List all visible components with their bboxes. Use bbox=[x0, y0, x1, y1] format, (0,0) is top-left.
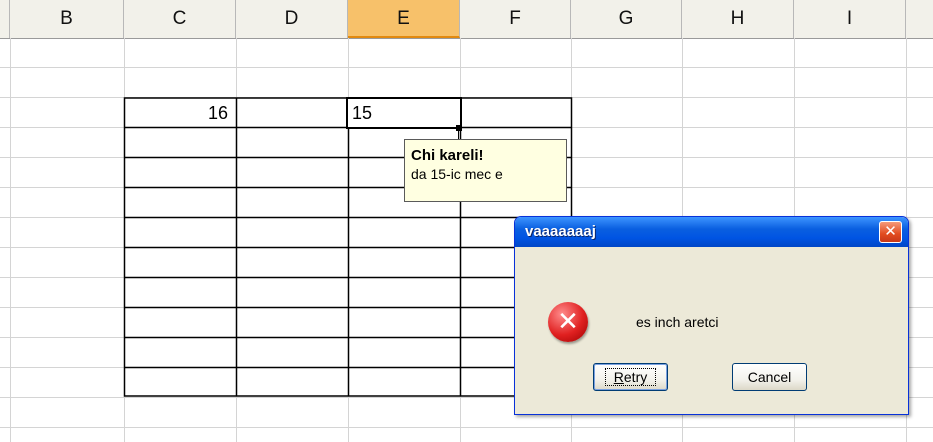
column-header-d[interactable]: D bbox=[236, 0, 348, 38]
fill-handle[interactable] bbox=[456, 125, 462, 131]
cancel-button[interactable]: Cancel bbox=[732, 363, 807, 391]
dialog-body: ✕ es inch aretci Retry Cancel bbox=[518, 247, 905, 411]
retry-button[interactable]: Retry bbox=[593, 363, 668, 391]
column-header-b[interactable]: B bbox=[10, 0, 124, 38]
column-header-stub bbox=[0, 0, 10, 38]
retry-label: etry bbox=[623, 369, 648, 385]
column-header-f[interactable]: F bbox=[460, 0, 571, 38]
comment-text: da 15-ic mec e bbox=[411, 166, 503, 182]
comment-author: Chi kareli! bbox=[411, 147, 484, 164]
column-header-e[interactable]: E bbox=[348, 0, 460, 38]
column-header-c[interactable]: C bbox=[124, 0, 236, 38]
dialog-message: es inch aretci bbox=[636, 314, 719, 330]
error-icon: ✕ bbox=[548, 302, 588, 342]
error-dialog: vaaaaaaaj ✕ ✕ es inch aretci Retry Cance… bbox=[514, 216, 909, 415]
column-header-i[interactable]: I bbox=[794, 0, 906, 38]
column-header-h[interactable]: H bbox=[682, 0, 794, 38]
cell-c-value[interactable]: 16 bbox=[124, 102, 228, 124]
retry-button-focus: Retry bbox=[604, 368, 657, 386]
cell-comment: Chi kareli! da 15-ic mec e bbox=[404, 139, 567, 202]
column-header-g[interactable]: G bbox=[571, 0, 682, 38]
dialog-title: vaaaaaaaj bbox=[525, 223, 596, 240]
close-icon[interactable]: ✕ bbox=[879, 221, 902, 243]
dialog-titlebar[interactable]: vaaaaaaaj ✕ bbox=[515, 217, 908, 247]
cell-e-value[interactable]: 15 bbox=[352, 102, 372, 124]
column-header-bar: B C D E F G H I bbox=[0, 0, 933, 39]
retry-accelerator: R bbox=[613, 369, 624, 385]
